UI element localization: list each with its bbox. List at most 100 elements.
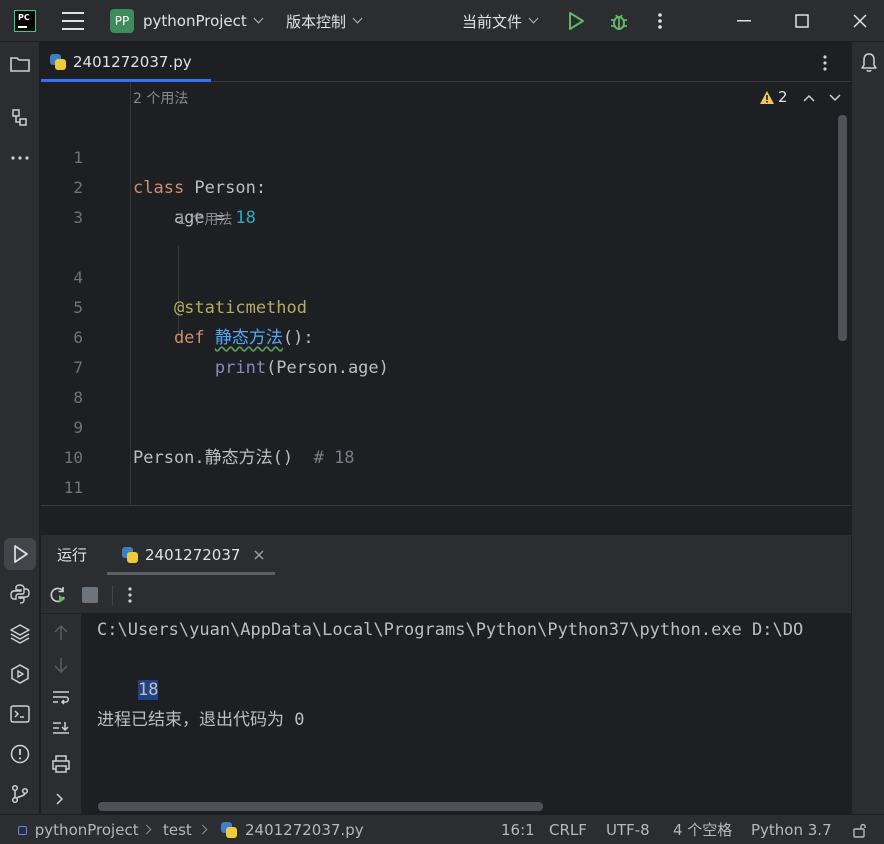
console-output-value: 18 (137, 680, 159, 700)
run-config-selector[interactable]: 当前文件 (462, 0, 539, 42)
indent-setting[interactable]: 4 个空格 (673, 815, 732, 844)
breadcrumb-project[interactable]: pythonProject (35, 821, 139, 839)
code-line: 10 (41, 413, 841, 467)
python-file-icon (49, 53, 67, 71)
run-tool-icon[interactable] (8, 542, 32, 566)
editor-tab-bar: 2401272037.py (41, 42, 851, 82)
run-side-toolbar (41, 614, 81, 814)
python-file-icon (220, 821, 238, 839)
code-line: 3 (41, 173, 841, 227)
run-console[interactable]: C:\Users\yuan\AppData\Local\Programs\Pyt… (81, 614, 851, 814)
pycharm-logo-icon[interactable]: PC (14, 10, 36, 32)
panel-splitter[interactable] (41, 505, 851, 535)
run-panel-title: 运行 (57, 546, 88, 564)
chevron-right-icon (141, 824, 152, 835)
code-line: 8 (41, 353, 841, 407)
project-name: pythonProject (143, 12, 247, 30)
console-output: 18 (97, 645, 159, 700)
chevron-down-icon (528, 13, 539, 24)
run-icon[interactable] (566, 11, 586, 31)
warning-icon (760, 90, 774, 104)
close-icon[interactable] (853, 14, 867, 28)
more-actions-icon[interactable] (656, 12, 664, 30)
services-icon[interactable] (8, 662, 32, 686)
chevron-right-icon (197, 824, 208, 835)
code-line: 6 print(Person.age) (41, 293, 841, 378)
problems-icon[interactable] (8, 742, 32, 766)
chevron-down-icon (253, 13, 264, 24)
status-bar: pythonProject test 2401272037.py 16:1 CR… (0, 814, 884, 844)
left-tool-strip (0, 42, 40, 814)
code-line: 9 Person.静态方法() # 18 (41, 383, 841, 468)
vcs-label: 版本控制 (286, 12, 347, 31)
module-icon (18, 826, 27, 835)
code-editor[interactable]: 2 个用法 2 1 class Person: 2 age = 18 3 1 个… (41, 82, 851, 505)
run-tab[interactable]: 2401272037 (107, 535, 275, 575)
usage-hint[interactable]: 1 个用法 (177, 209, 232, 229)
console-exit-message: 进程已结束，退出代码为 0 (97, 710, 305, 730)
usage-hint[interactable]: 2 个用法 (133, 88, 188, 108)
terminal-icon[interactable] (8, 702, 32, 726)
scroll-to-end-icon[interactable] (51, 720, 71, 738)
stop-icon[interactable] (82, 587, 98, 603)
soft-wrap-icon[interactable] (51, 688, 71, 706)
run-tab-label: 2401272037 (145, 546, 241, 564)
breadcrumb: pythonProject (18, 815, 139, 844)
expand-toolbar-icon[interactable] (55, 792, 65, 806)
console-horizontal-scrollbar[interactable] (98, 802, 543, 811)
gutter-divider (130, 82, 131, 505)
close-tab-icon[interactable] (254, 550, 264, 560)
breadcrumb-file-label: 2401272037.py (245, 821, 364, 839)
tab-more-icon[interactable] (821, 54, 829, 72)
folder-icon[interactable] (8, 52, 32, 76)
code-line: 5 def 静态方法(): (41, 263, 841, 348)
editor-tab-file[interactable]: 2401272037.py (41, 42, 211, 82)
python-file-icon (121, 546, 139, 564)
editor-vertical-scrollbar[interactable] (838, 115, 847, 341)
project-switcher[interactable]: pythonProject (143, 0, 264, 42)
editor-tab-label: 2401272037.py (73, 53, 192, 71)
code-line: 2 age = 18 (41, 143, 841, 228)
breadcrumb-folder[interactable]: test (163, 815, 192, 844)
prev-highlight-icon[interactable] (803, 94, 815, 102)
minimize-icon[interactable] (737, 20, 751, 22)
code-line: 11 (41, 443, 841, 497)
debug-icon[interactable] (608, 10, 630, 32)
toolbar-divider (112, 585, 113, 605)
number-literal: 18 (235, 208, 256, 228)
code-line: 12 (41, 473, 841, 503)
code-line: 7 (41, 323, 841, 377)
git-icon[interactable] (8, 782, 32, 806)
breadcrumb-file[interactable]: 2401272037.py (220, 815, 364, 844)
right-tool-strip (851, 42, 884, 814)
code-line: 4 @staticmethod (41, 233, 841, 318)
inspection-widget[interactable]: 2 (759, 88, 788, 106)
project-badge-icon[interactable]: PP (110, 9, 134, 33)
main-menu-icon[interactable] (62, 12, 84, 30)
chevron-down-icon (352, 13, 363, 24)
maximize-icon[interactable] (795, 14, 809, 28)
caret-position[interactable]: 16:1 (501, 815, 535, 844)
line-separator[interactable]: CRLF (549, 815, 587, 844)
python-console-icon[interactable] (8, 582, 32, 606)
lock-icon[interactable] (852, 822, 868, 838)
python-interpreter[interactable]: Python 3.7 (751, 815, 832, 844)
rerun-icon[interactable] (48, 585, 68, 605)
notifications-icon[interactable] (860, 52, 878, 74)
run-config-label: 当前文件 (462, 12, 523, 31)
more-tools-icon[interactable] (8, 146, 32, 170)
vcs-menu[interactable]: 版本控制 (286, 0, 363, 42)
run-toolbar (41, 575, 851, 614)
next-highlight-icon[interactable] (829, 94, 841, 102)
run-more-icon[interactable] (127, 586, 133, 604)
file-encoding[interactable]: UTF-8 (606, 815, 650, 844)
console-command-line: C:\Users\yuan\AppData\Local\Programs\Pyt… (97, 620, 804, 640)
run-panel-header: 运行 2401272037 (41, 535, 851, 575)
line-number: 3 (73, 208, 83, 227)
code-line: 1 class Person: (41, 113, 841, 198)
structure-icon[interactable] (8, 106, 32, 130)
scroll-down-icon[interactable] (53, 656, 69, 674)
scroll-up-icon[interactable] (53, 624, 69, 642)
python-packages-icon[interactable] (8, 622, 32, 646)
print-icon[interactable] (51, 754, 71, 774)
